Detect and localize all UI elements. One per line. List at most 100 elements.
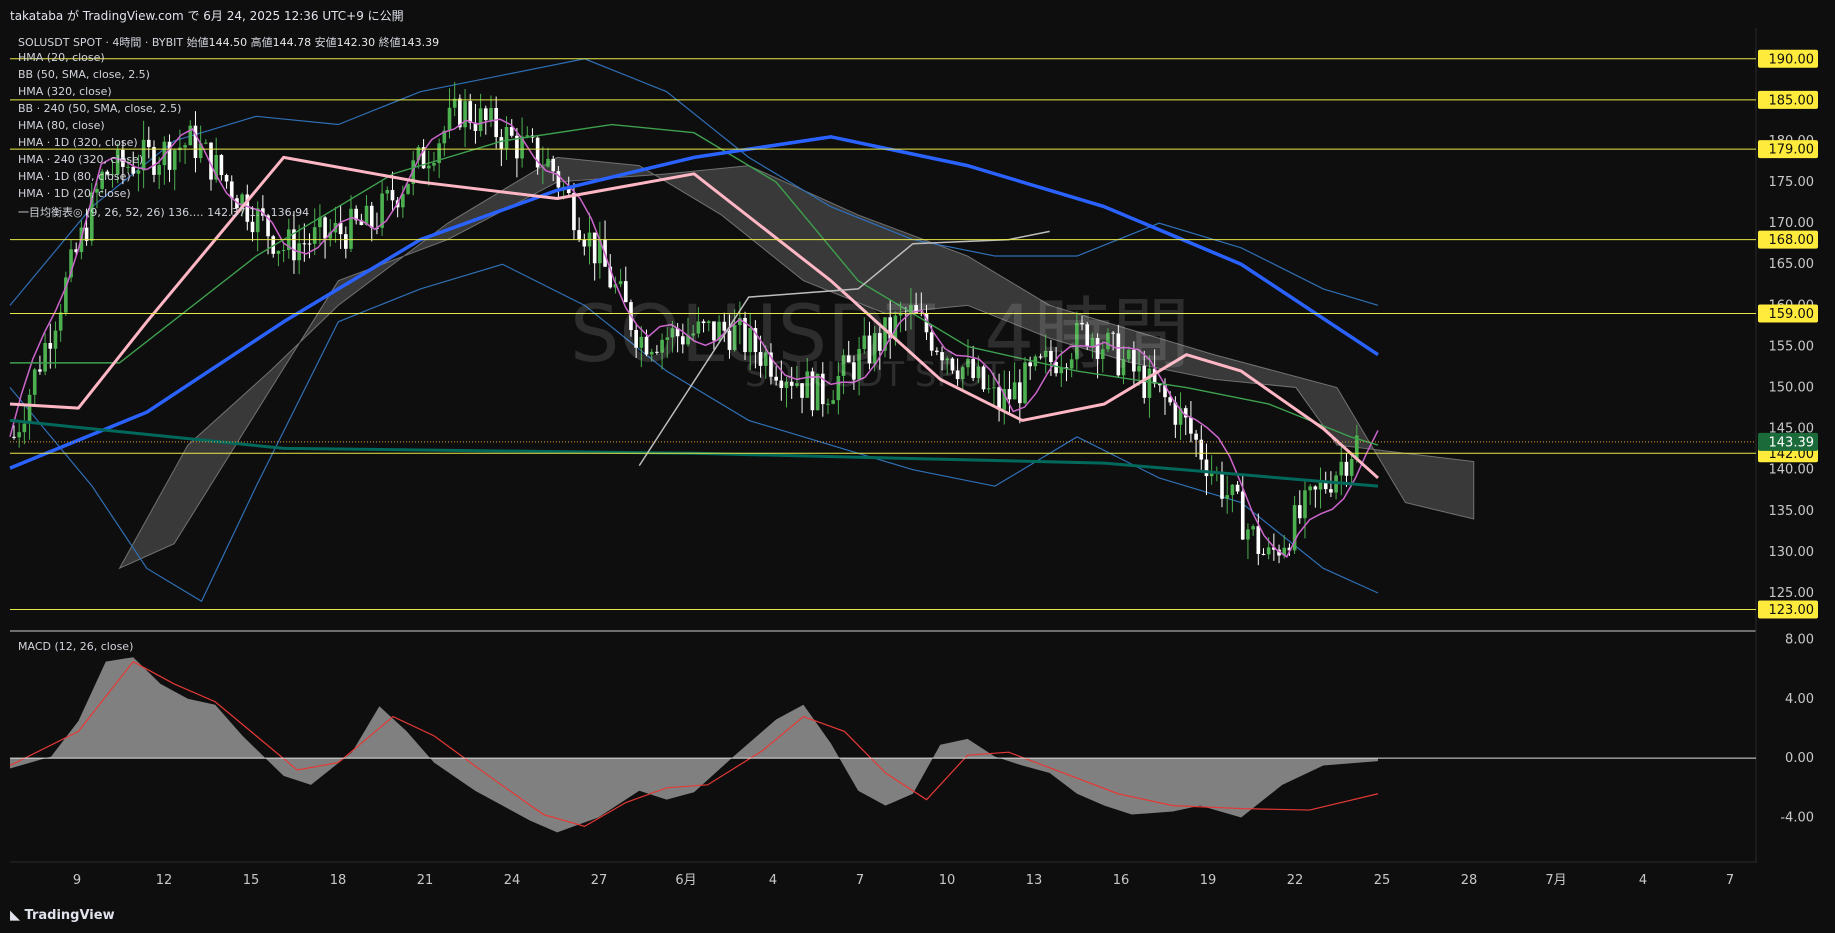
candle-body — [1220, 471, 1224, 499]
macd-tick-label: 8.00 — [1785, 632, 1814, 647]
level-label: 185.00 — [1769, 93, 1815, 108]
price-tick-label: 135.00 — [1769, 504, 1815, 519]
last-price-label: 143.39 — [1769, 435, 1815, 450]
legend-indicator-2[interactable]: HMA (320, close) — [18, 85, 112, 98]
time-tick-label: 7 — [1726, 873, 1734, 888]
candle-body — [826, 403, 830, 405]
candle-body — [22, 423, 27, 433]
candle-body — [551, 158, 556, 172]
legend-indicator-9[interactable]: 一目均衡表◎ (9, 26, 52, 26) 136.… 142.37 1… 1… — [18, 204, 309, 220]
legend-indicator-8[interactable]: HMA · 1D (20, close) — [18, 187, 131, 200]
candle-body — [592, 232, 597, 264]
candle-body — [1251, 526, 1255, 530]
candle-body — [323, 217, 327, 239]
time-tick-label: 7 — [856, 873, 864, 888]
candle-body — [1173, 402, 1178, 425]
symbol-watermark-sub: SOLUSDT SPOT — [745, 355, 1005, 395]
price-tick-label: 155.00 — [1769, 339, 1815, 354]
candle-body — [152, 147, 156, 175]
candle-body — [1323, 482, 1328, 490]
legend-symbol-row[interactable]: SOLUSDT SPOT · 4時間 · BYBIT 始値144.50 高値 14… — [18, 34, 439, 50]
candle-body — [1230, 484, 1235, 496]
candle-body — [312, 227, 317, 244]
candle-body — [1297, 505, 1302, 519]
macd-tick-label: 4.00 — [1785, 692, 1814, 707]
publish-text: takataba が TradingView.com で 6月 24, 2025… — [10, 9, 404, 23]
candle-body — [224, 175, 229, 182]
candle-body — [1344, 461, 1349, 476]
candle-body — [504, 126, 509, 150]
macd-tick-label: 0.00 — [1785, 751, 1814, 766]
candle-body — [188, 125, 193, 146]
candle-body — [172, 150, 177, 170]
price-tick-label: 125.00 — [1769, 586, 1815, 601]
candle-body — [390, 190, 395, 201]
legend-high-label: 高値 — [250, 36, 273, 49]
tradingview-logo-text: TradingView — [24, 908, 115, 923]
tradingview-logo[interactable]: ◣ TradingView — [10, 908, 115, 923]
legend-indicator-6[interactable]: HMA · 240 (320, close) — [18, 153, 143, 166]
candle-body — [463, 101, 467, 128]
candle-body — [494, 107, 498, 138]
time-tick-label: 16 — [1113, 873, 1130, 888]
legend-indicator-4[interactable]: HMA (80, close) — [18, 119, 105, 132]
candle-body — [38, 369, 42, 372]
price-tick-label: 130.00 — [1769, 545, 1815, 560]
legend-symbol: SOLUSDT SPOT · 4時間 · BYBIT — [18, 36, 184, 49]
candle-body — [1007, 389, 1012, 400]
legend-low-value: 142.30 — [336, 36, 376, 49]
candle-body — [126, 166, 130, 168]
time-tick-label: 22 — [1287, 873, 1304, 888]
legend-indicator-1[interactable]: BB (50, SMA, close, 2.5) — [18, 68, 150, 81]
candle-body — [1261, 553, 1266, 555]
candle-body — [12, 436, 16, 438]
candle-body — [1235, 484, 1240, 492]
time-tick-label: 15 — [243, 873, 260, 888]
time-tick-label: 4 — [769, 873, 777, 888]
candle-body — [1339, 461, 1344, 476]
legend-open-value: 144.50 — [208, 36, 248, 49]
candle-body — [27, 394, 32, 424]
candle-body — [276, 250, 281, 254]
footer-bar: ◣ TradingView — [0, 899, 1835, 933]
candle-body — [1329, 489, 1333, 493]
time-tick-label: 21 — [417, 873, 434, 888]
legend-indicator-5[interactable]: HMA · 1D (320, close) — [18, 136, 138, 149]
legend-indicator-3[interactable]: BB · 240 (50, SMA, close, 2.5) — [18, 102, 181, 115]
publish-header: takataba が TradingView.com で 6月 24, 2025… — [0, 0, 1835, 28]
candle-body — [1313, 486, 1318, 490]
candle-body — [167, 141, 172, 170]
time-tick-label: 24 — [504, 873, 521, 888]
time-tick-label: 4 — [1639, 873, 1647, 888]
legend-low-label: 安値 — [314, 36, 337, 49]
macd-legend[interactable]: MACD (12, 26, close) — [18, 640, 133, 653]
time-tick-label: 12 — [156, 873, 173, 888]
candle-body — [483, 108, 488, 121]
legend-close-label: 終値 — [378, 36, 401, 49]
candle-body — [281, 250, 286, 252]
candle-body — [349, 208, 353, 249]
candle-body — [1303, 490, 1307, 519]
candle-body — [509, 126, 514, 136]
time-tick-label: 25 — [1374, 873, 1391, 888]
candle-body — [302, 243, 307, 245]
candle-body — [546, 158, 550, 167]
time-tick-label: 6月 — [675, 873, 696, 888]
candle-body — [468, 101, 473, 123]
candle-body — [193, 125, 198, 159]
candle-body — [32, 369, 37, 395]
candle-body — [582, 239, 587, 247]
level-label: 190.00 — [1769, 52, 1815, 67]
legend-indicator-7[interactable]: HMA · 1D (80, close) — [18, 170, 131, 183]
time-tick-label: 19 — [1200, 873, 1217, 888]
level-label: 159.00 — [1769, 307, 1815, 322]
candle-body — [183, 145, 187, 148]
legend-indicator-0[interactable]: HMA (20, close) — [18, 51, 105, 64]
legend-close-value: 143.39 — [400, 36, 440, 49]
legend-open-label: 始値 — [186, 36, 209, 49]
chart-canvas: 190.00185.00180.00175.00170.00165.00160.… — [0, 28, 1835, 899]
candle-body — [572, 192, 576, 231]
price-axis[interactable]: 190.00185.00180.00175.00170.00165.00160.… — [1757, 28, 1835, 862]
candle-body — [369, 205, 374, 228]
candle-body — [1308, 486, 1312, 491]
